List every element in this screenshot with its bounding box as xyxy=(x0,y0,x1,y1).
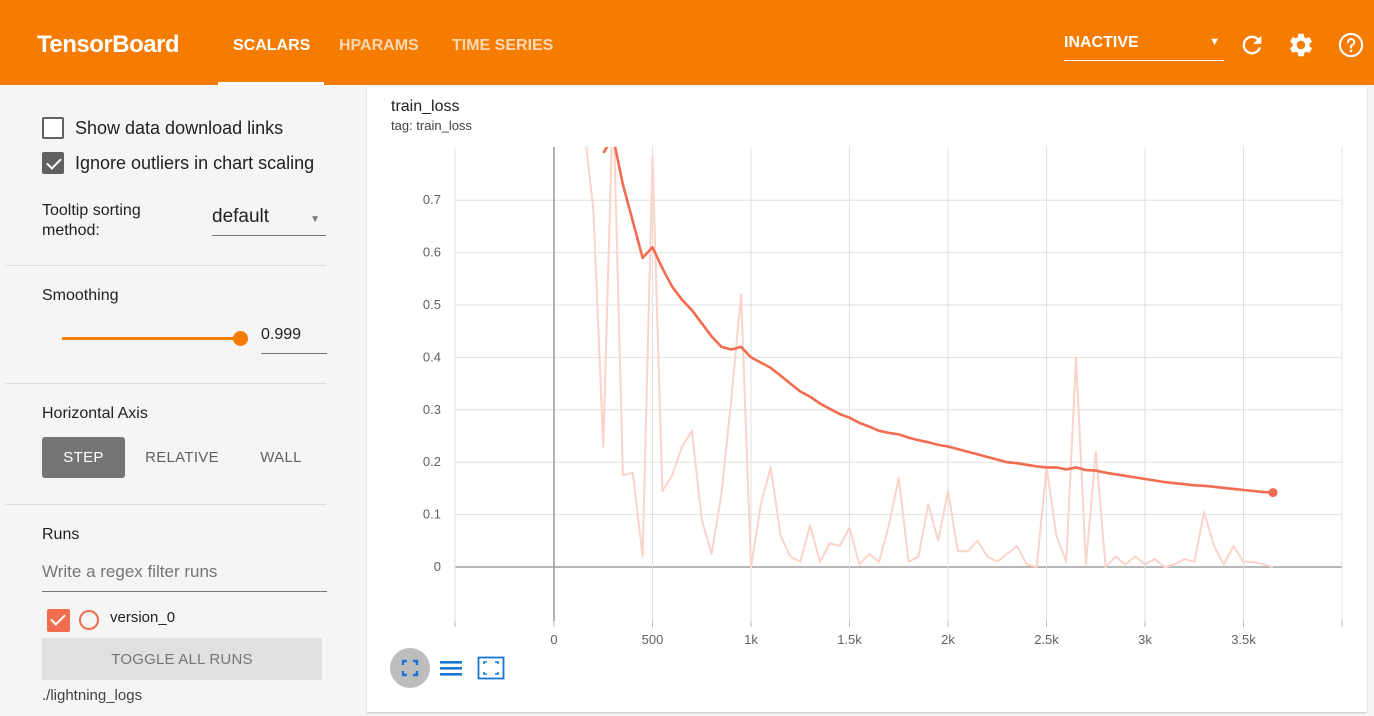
axis-wall-button[interactable]: WALL xyxy=(246,437,316,478)
y-tick-label: 0.5 xyxy=(423,297,441,312)
x-tick-label: 3.5k xyxy=(1231,632,1256,647)
ignore-outliers-checkbox[interactable] xyxy=(42,152,64,174)
y-tick-label: 0 xyxy=(434,559,441,574)
y-tick-label: 0.7 xyxy=(423,192,441,207)
expand-chart-button[interactable] xyxy=(477,656,505,680)
raw-loss-line xyxy=(585,147,1274,568)
run-version-0-label: version_0 xyxy=(110,609,176,626)
runs-filter-placeholder: Write a regex filter runs xyxy=(42,562,218,581)
tab-time-series[interactable]: TIME SERIES xyxy=(452,37,553,55)
ignore-outliers-toggle[interactable]: Ignore outliers in chart scaling xyxy=(42,151,314,175)
run-color-swatch[interactable] xyxy=(79,610,99,630)
y-tick-label: 0.4 xyxy=(423,349,441,364)
smoothed-loss-line xyxy=(602,147,1274,494)
tooltip-sorting-select[interactable]: default ▼ xyxy=(212,206,326,236)
show-download-links-label: Show data download links xyxy=(75,117,284,138)
show-download-links-toggle[interactable]: Show data download links xyxy=(42,116,283,140)
tooltip-sorting-label-line1: Tooltip sorting xyxy=(42,202,141,219)
settings-gear-icon[interactable] xyxy=(1287,30,1315,60)
horizontal-axis-label: Horizontal Axis xyxy=(42,405,148,422)
y-tick-label: 0.2 xyxy=(423,454,441,469)
reload-icon[interactable] xyxy=(1238,30,1266,60)
smoothing-value-input[interactable]: 0.999 xyxy=(261,326,327,354)
x-tick-label: 0 xyxy=(550,632,557,647)
inactive-plugins-select[interactable]: INACTIVE ▼ xyxy=(1064,34,1224,61)
x-tick-label: 2k xyxy=(941,632,955,647)
toggle-log-scale-icon xyxy=(440,661,462,676)
dropdown-caret-icon: ▼ xyxy=(310,214,320,225)
app-brand: TensorBoard xyxy=(37,31,180,58)
runs-filter-input[interactable]: Write a regex filter runs xyxy=(42,562,327,592)
run-version-0-checkbox[interactable] xyxy=(47,609,70,632)
dropdown-caret-icon: ▼ xyxy=(1209,36,1220,48)
x-tick-label: 1.5k xyxy=(837,632,862,647)
train-loss-chart[interactable]: 0 0.1 0.2 0.3 0.4 0.5 0.6 0.7 0 500 1k 1.5k 2k 2.5k 3k… xyxy=(367,87,1367,712)
fit-domain-icon xyxy=(401,659,419,677)
tab-hparams[interactable]: HPARAMS xyxy=(339,37,419,55)
tooltip-sorting-label: Tooltip sorting method: xyxy=(42,201,141,241)
y-tick-label: 0.1 xyxy=(423,507,441,522)
toggle-all-runs-button[interactable]: TOGGLE ALL RUNS xyxy=(42,638,322,680)
inactive-select-label: INACTIVE xyxy=(1064,34,1139,51)
toggle-log-scale-button[interactable] xyxy=(439,658,463,680)
y-tick-label: 0.3 xyxy=(423,402,441,417)
last-point-marker xyxy=(1268,488,1278,498)
axis-step-button[interactable]: STEP xyxy=(42,437,125,478)
show-download-links-checkbox[interactable] xyxy=(42,117,64,139)
tooltip-sorting-label-line2: method: xyxy=(42,222,100,239)
expand-chart-icon xyxy=(477,656,505,680)
tab-scalars[interactable]: SCALARS xyxy=(233,37,310,55)
ignore-outliers-label: Ignore outliers in chart scaling xyxy=(75,152,315,173)
x-tick-label: 3k xyxy=(1138,632,1152,647)
axis-relative-button[interactable]: RELATIVE xyxy=(136,437,228,478)
y-tick-label: 0.6 xyxy=(423,245,441,260)
x-tick-label: 1k xyxy=(744,632,758,647)
smoothing-value: 0.999 xyxy=(261,326,302,343)
x-tick-label: 500 xyxy=(642,632,664,647)
help-icon[interactable] xyxy=(1337,30,1365,60)
smoothing-label: Smoothing xyxy=(42,287,119,304)
smoothing-slider-thumb[interactable] xyxy=(233,331,248,346)
x-tick-label: 2.5k xyxy=(1034,632,1059,647)
top-app-bar: TensorBoard SCALARS HPARAMS TIME SERIES … xyxy=(0,0,1374,85)
runs-label: Runs xyxy=(42,526,80,543)
section-divider xyxy=(5,265,326,266)
fit-domain-button[interactable] xyxy=(390,648,430,688)
section-divider xyxy=(5,504,326,505)
smoothing-slider-track[interactable] xyxy=(62,337,240,340)
tooltip-sorting-value: default xyxy=(212,206,270,227)
log-directory: ./lightning_logs xyxy=(42,687,143,704)
scalar-chart-card: train_loss tag: train_loss 0 0.1 0.2 0.3 0.4… xyxy=(367,87,1367,712)
section-divider xyxy=(5,383,326,384)
